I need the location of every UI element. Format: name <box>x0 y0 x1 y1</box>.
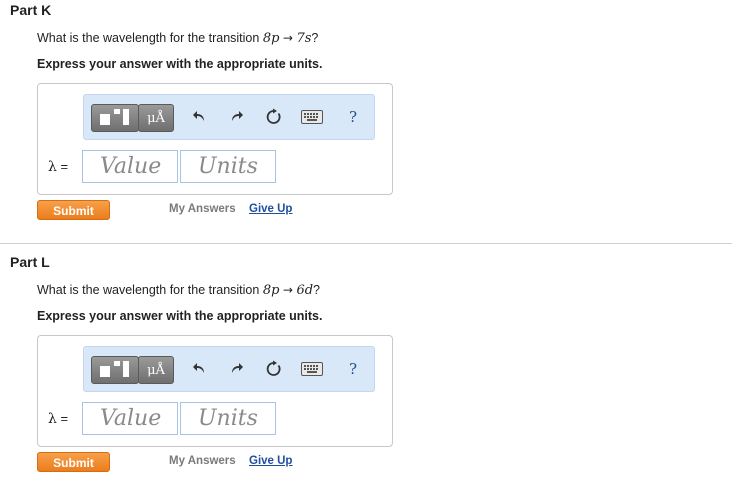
my-answers-link[interactable]: My Answers <box>169 455 236 467</box>
reset-icon <box>266 108 281 124</box>
answer-variable-label: λ = <box>48 159 68 175</box>
reset-button[interactable] <box>263 356 285 382</box>
part-l: Part L What is the wavelength for the tr… <box>0 252 754 494</box>
templates-button[interactable] <box>91 104 139 132</box>
undo-icon <box>193 363 204 373</box>
redo-button[interactable] <box>225 356 247 382</box>
help-button[interactable]: ? <box>342 356 364 382</box>
part-title: Part L <box>10 254 50 270</box>
units-button[interactable]: μÅ <box>138 356 174 384</box>
value-input[interactable]: Value <box>82 402 178 435</box>
redo-icon <box>232 111 243 121</box>
reset-icon <box>266 360 281 376</box>
question-suffix: ? <box>313 283 320 297</box>
give-up-link[interactable]: Give Up <box>249 455 292 467</box>
arrow-symbol: → <box>282 283 293 297</box>
arrow-symbol: → <box>282 31 293 45</box>
answer-variable-label: λ = <box>48 411 68 427</box>
from-state: 8p <box>262 283 280 298</box>
question-text: What is the wavelength for the transitio… <box>37 31 318 46</box>
to-state: 6d <box>296 283 314 298</box>
templates-icon <box>100 114 110 125</box>
part-k: Part K What is the wavelength for the tr… <box>0 0 754 240</box>
to-state: 7s <box>296 31 312 46</box>
equals-sign: = <box>60 411 69 426</box>
help-icon: ? <box>348 360 358 378</box>
question-suffix: ? <box>311 31 319 45</box>
templates-button[interactable] <box>91 356 139 384</box>
help-button[interactable]: ? <box>342 104 364 130</box>
my-answers-link[interactable]: My Answers <box>169 203 236 215</box>
undo-icon <box>193 111 204 121</box>
undo-button[interactable] <box>189 356 211 382</box>
question-text: What is the wavelength for the transitio… <box>37 283 320 298</box>
templates-icon <box>100 366 110 377</box>
undo-button[interactable] <box>189 104 211 130</box>
question-prefix: What is the wavelength for the transitio… <box>37 283 263 297</box>
instruction-text: Express your answer with the appropriate… <box>37 309 323 323</box>
math-toolbar: μÅ ? <box>83 346 375 392</box>
part-title: Part K <box>10 2 52 18</box>
units-input[interactable]: Units <box>180 402 276 435</box>
submit-button[interactable]: Submit <box>37 452 110 472</box>
lambda-symbol: λ <box>48 159 57 175</box>
answer-box: μÅ ? λ = Value Units <box>37 335 393 447</box>
submit-button[interactable]: Submit <box>37 200 110 220</box>
answer-box: μÅ ? λ = Value Units <box>37 83 393 195</box>
lambda-symbol: λ <box>48 411 57 427</box>
part-divider <box>0 243 732 244</box>
keyboard-button[interactable] <box>299 104 325 130</box>
keyboard-button[interactable] <box>299 356 325 382</box>
instruction-text: Express your answer with the appropriate… <box>37 57 323 71</box>
units-input[interactable]: Units <box>180 150 276 183</box>
keyboard-icon <box>301 362 323 376</box>
keyboard-icon <box>301 110 323 124</box>
question-prefix: What is the wavelength for the transitio… <box>37 31 263 45</box>
from-state: 8p <box>262 31 280 46</box>
redo-icon <box>232 363 243 373</box>
reset-button[interactable] <box>263 104 285 130</box>
help-icon: ? <box>348 108 358 126</box>
math-toolbar: μÅ ? <box>83 94 375 140</box>
units-button[interactable]: μÅ <box>138 104 174 132</box>
redo-button[interactable] <box>225 104 247 130</box>
give-up-link[interactable]: Give Up <box>249 203 292 215</box>
equals-sign: = <box>60 159 69 174</box>
value-input[interactable]: Value <box>82 150 178 183</box>
